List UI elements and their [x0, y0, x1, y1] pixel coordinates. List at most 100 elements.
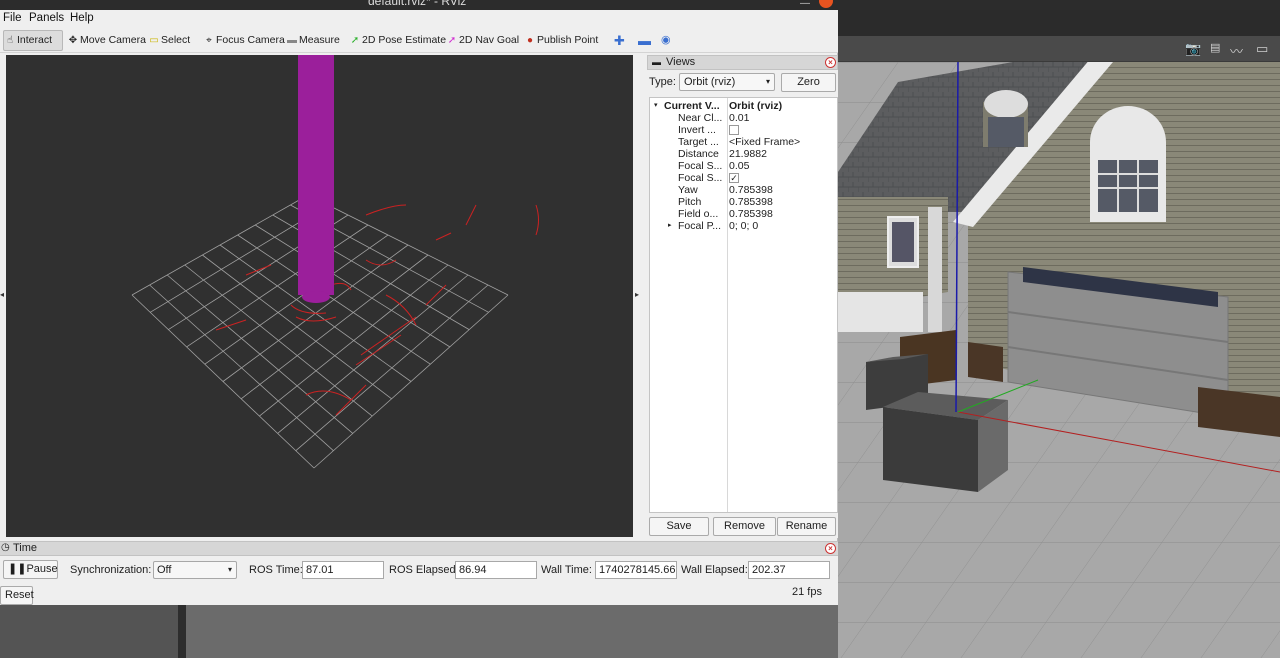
wall-time-label: Wall Time: — [541, 564, 592, 576]
property-row[interactable]: Focal S... 0.05 — [650, 160, 837, 172]
collapse-arrow-icon[interactable]: ▾ — [654, 100, 658, 112]
save-button[interactable]: Save — [649, 517, 709, 536]
laser-point — [465, 204, 477, 226]
synchronization-label: Synchronization: — [70, 564, 152, 576]
property-name: Yaw — [678, 184, 698, 196]
view-type-value: Orbit (rviz) — [684, 76, 736, 88]
log-icon[interactable]: ▤ — [1210, 41, 1220, 54]
right-collapse-handle[interactable]: ▸ — [635, 290, 639, 299]
camera-icon: ▬ — [652, 57, 661, 67]
reset-button[interactable]: Reset — [0, 586, 34, 605]
views-panel: ▬ Views × Type: Orbit (rviz) ▾ Zero ▾ Cur… — [647, 55, 838, 538]
pause-button[interactable]: ❚❚Pause — [3, 560, 58, 579]
close-window-icon[interactable] — [819, 0, 833, 8]
property-checkbox[interactable] — [729, 125, 739, 136]
property-checkbox[interactable]: ✓ — [729, 173, 739, 184]
property-value[interactable]: <Fixed Frame> — [729, 136, 800, 148]
property-row[interactable]: ▾ Current V... Orbit (rviz) — [650, 100, 837, 112]
close-panel-icon[interactable]: × — [825, 57, 836, 68]
property-name: Focal S... — [678, 172, 723, 184]
ros-time-field[interactable]: 87.01 — [302, 561, 384, 579]
pose-estimate-icon: ➚ — [350, 35, 360, 46]
ros-elapsed-field[interactable]: 86.94 — [455, 561, 537, 579]
property-value[interactable]: 0; 0; 0 — [729, 220, 758, 232]
nav-goal-icon: ➚ — [447, 35, 457, 46]
remove-tool-icon[interactable]: ▬ — [638, 30, 651, 51]
add-tool-icon[interactable]: ✚ — [614, 30, 625, 51]
laser-point — [365, 259, 397, 266]
pause-icon: ❚❚ — [8, 563, 27, 575]
property-value[interactable]: 21.9882 — [729, 148, 767, 160]
property-value[interactable]: Orbit (rviz) — [729, 100, 782, 112]
time-panel-header: ◷ Time × — [0, 541, 838, 556]
tool-label: Publish Point — [537, 34, 599, 46]
property-row[interactable]: Field o... 0.785398 — [650, 208, 837, 220]
property-name: Focal P... — [678, 220, 721, 232]
wall-time-field[interactable]: 1740278145.66 — [595, 561, 677, 579]
property-name: Near Cl... — [678, 112, 723, 124]
remove-button[interactable]: Remove — [713, 517, 776, 536]
laser-point — [335, 384, 367, 416]
property-value[interactable]: 0.05 — [729, 160, 749, 172]
laser-scan — [215, 204, 539, 416]
gazebo-title-bar — [838, 0, 1280, 10]
property-row[interactable]: Invert ... — [650, 124, 837, 136]
tool-move-camera[interactable]: ✥ Move Camera — [67, 30, 146, 51]
video-icon[interactable]: ▭ — [1256, 41, 1268, 57]
menu-file[interactable]: File — [3, 12, 22, 24]
close-panel-icon[interactable]: × — [825, 543, 836, 554]
property-value[interactable]: 0.785398 — [729, 208, 773, 220]
tool-label: 2D Pose Estimate — [362, 34, 447, 46]
tool-2d-nav-goal[interactable]: ➚ 2D Nav Goal — [446, 30, 519, 51]
plot-icon[interactable]: 〰 — [1230, 41, 1243, 60]
property-row[interactable]: Target ... <Fixed Frame> — [650, 136, 837, 148]
tool-select[interactable]: ▭ Select — [148, 30, 190, 51]
tool-2d-pose-estimate[interactable]: ➚ 2D Pose Estimate — [349, 30, 446, 51]
grid-line — [131, 294, 315, 469]
property-value[interactable]: 0.01 — [729, 112, 749, 124]
minimize-icon[interactable]: — — [800, 0, 810, 9]
camera-view-icon[interactable]: ◉ — [661, 30, 671, 51]
window-title: default.rviz* - RViz — [368, 0, 467, 8]
rename-button[interactable]: Rename — [777, 517, 836, 536]
gazebo-3d-scene[interactable] — [838, 62, 1280, 658]
menu-help[interactable]: Help — [70, 12, 94, 24]
view-type-dropdown[interactable]: Orbit (rviz) ▾ — [679, 73, 775, 91]
tool-publish-point[interactable]: ● Publish Point — [524, 30, 598, 51]
screenshot-icon[interactable]: 📷 — [1185, 41, 1201, 57]
wall-elapsed-label: Wall Elapsed: — [681, 564, 748, 576]
property-row[interactable]: Near Cl... 0.01 — [650, 112, 837, 124]
menu-bar: File Panels Help — [0, 10, 838, 28]
synchronization-value: Off — [157, 564, 172, 576]
property-row[interactable]: Pitch 0.785398 — [650, 196, 837, 208]
tool-measure[interactable]: ▬ Measure — [286, 30, 340, 51]
expand-arrow-icon[interactable]: ▸ — [668, 220, 672, 232]
focus-camera-icon: ⌖ — [206, 35, 212, 46]
render-viewport[interactable] — [6, 55, 633, 537]
tool-interact[interactable]: ☝ Interact — [3, 30, 63, 51]
property-name: Current V... — [664, 100, 720, 112]
property-row[interactable]: Yaw 0.785398 — [650, 184, 837, 196]
time-panel: ◷ Time × ❚❚Pause Synchronization: Off ▾ … — [0, 541, 838, 605]
synchronization-dropdown[interactable]: Off ▾ — [153, 561, 237, 579]
property-name: Field o... — [678, 208, 719, 220]
chevron-down-icon: ▾ — [765, 77, 770, 86]
zero-button[interactable]: Zero — [781, 73, 836, 92]
grid-line — [259, 264, 449, 417]
property-value[interactable]: 0.785398 — [729, 184, 773, 196]
property-row[interactable]: Distance 21.9882 — [650, 148, 837, 160]
gazebo-toolbar: 📷 ▤ 〰 ▭ — [838, 36, 1280, 62]
tool-label: Interact — [17, 34, 53, 46]
view-properties-tree[interactable]: ▾ Current V... Orbit (rviz) Near Cl... 0.01 I… — [649, 97, 838, 513]
type-label: Type: — [649, 76, 676, 88]
fps-counter: 21 fps — [792, 586, 822, 598]
property-row[interactable]: Focal S... ✓ — [650, 172, 837, 184]
laser-point — [535, 204, 539, 236]
tool-focus-camera[interactable]: ⌖ Focus Camera — [203, 30, 285, 51]
property-value[interactable]: 0.785398 — [729, 196, 773, 208]
wall-elapsed-field[interactable]: 202.37 — [748, 561, 830, 579]
chevron-down-icon: ▾ — [227, 565, 232, 574]
menu-panels[interactable]: Panels — [29, 12, 64, 24]
left-collapse-handle[interactable]: ◂ — [0, 290, 4, 299]
property-row[interactable]: ▸ Focal P... 0; 0; 0 — [650, 220, 837, 232]
